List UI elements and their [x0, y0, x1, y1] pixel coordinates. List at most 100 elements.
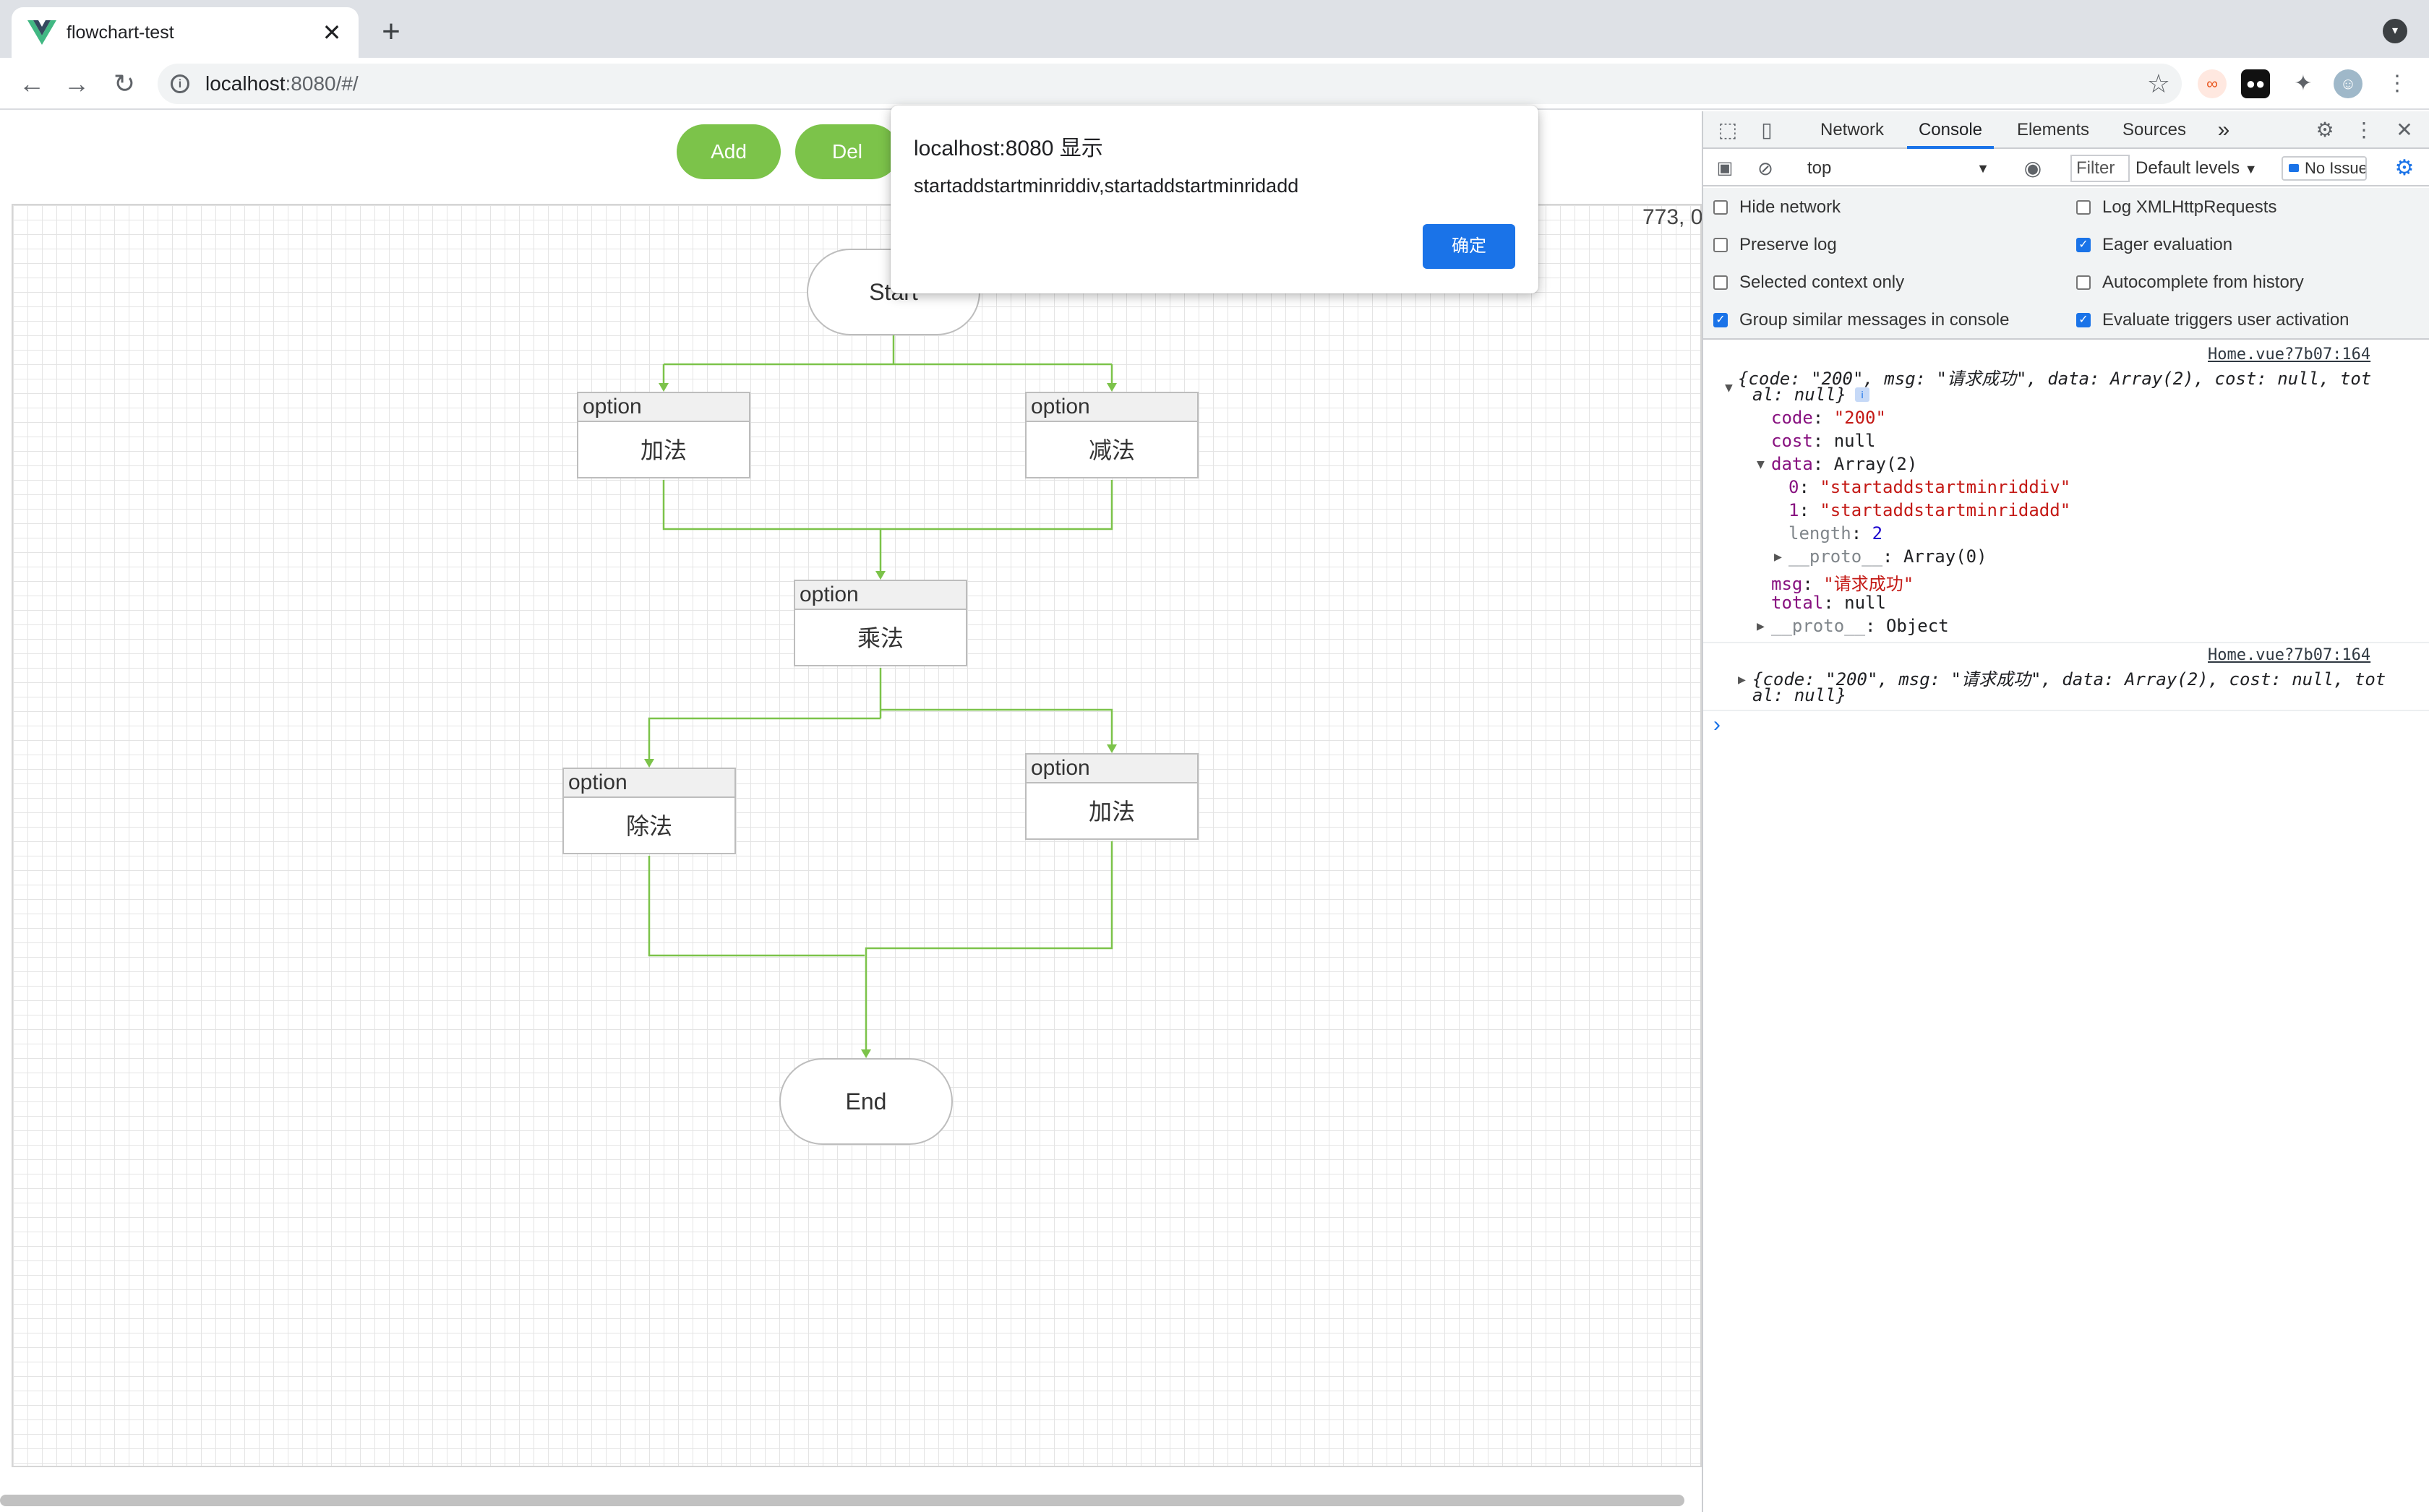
setting-label: Evaluate triggers user activation	[2102, 310, 2349, 330]
sidebar-toggle-icon[interactable]: ▣	[1712, 150, 1738, 186]
checkbox[interactable]	[1713, 238, 1728, 252]
expanded-arrow-icon[interactable]: ▼	[1757, 457, 1765, 472]
tab-sources[interactable]: Sources	[2111, 111, 2198, 149]
console-prompt-icon[interactable]: ›	[1713, 713, 1721, 737]
tab-network[interactable]: Network	[1807, 111, 1897, 149]
log-levels-dropdown[interactable]: Default levels ▼	[2133, 155, 2277, 182]
prop-data-0: 0: "startaddstartminriddiv"	[1788, 477, 2071, 497]
prop-msg: msg: "请求成功"	[1771, 574, 1914, 594]
live-expression-eye-icon[interactable]: ◉	[2017, 150, 2049, 186]
node-label: 除法	[625, 813, 672, 839]
setting-hide-network[interactable]: Hide network	[1713, 197, 1841, 218]
del-button[interactable]: Del	[795, 124, 899, 179]
horizontal-scrollbar[interactable]	[0, 1495, 1684, 1506]
add-button[interactable]: Add	[677, 124, 781, 179]
new-tab-button[interactable]: +	[373, 14, 409, 51]
tab-title: flowchart-test	[67, 22, 174, 43]
node-header: option	[564, 769, 734, 798]
log-levels-label: Default levels	[2135, 158, 2240, 178]
setting-autocomplete[interactable]: Autocomplete from history	[2076, 272, 2304, 293]
setting-preserve-log[interactable]: Preserve log	[1713, 234, 1837, 256]
checkbox[interactable]	[2076, 200, 2091, 215]
setting-eager-eval[interactable]: ✓ Eager evaluation	[2076, 234, 2232, 256]
console-filter-input[interactable]: Filter	[2070, 155, 2130, 182]
end-node[interactable]: End	[779, 1058, 953, 1145]
log-summary-line1: {code: "200", msg: "请求成功", data: Array(2…	[1752, 669, 2386, 690]
console-settings-icon[interactable]: ⚙	[2391, 150, 2417, 186]
alert-dialog: localhost:8080 显示 startaddstartminriddiv…	[891, 106, 1538, 293]
setting-group-similar[interactable]: ✓ Group similar messages in console	[1713, 309, 2010, 331]
forward-icon[interactable]: →	[59, 66, 94, 101]
dialog-ok-button[interactable]: 确定	[1423, 224, 1515, 269]
extensions-puzzle-icon[interactable]: ✦	[2289, 69, 2318, 98]
setting-eval-triggers[interactable]: ✓ Evaluate triggers user activation	[2076, 309, 2349, 331]
inspect-element-icon[interactable]: ⬚	[1713, 111, 1742, 149]
url-host: localhost	[205, 72, 286, 95]
log-source-link[interactable]: Home.vue?7b07:164	[2208, 345, 2370, 364]
prop-data-proto[interactable]: ▶ __proto__: Array(0)	[1774, 546, 1987, 567]
extension-infinity-icon[interactable]: ∞	[2198, 69, 2227, 98]
devtools-menu-icon[interactable]: ⋮	[2351, 111, 2377, 149]
info-badge-icon[interactable]: i	[1855, 387, 1869, 402]
setting-label: Hide network	[1739, 197, 1841, 217]
more-tabs-icon[interactable]: »	[2209, 111, 2238, 149]
tab-close-icon[interactable]: ✕	[321, 21, 343, 44]
log-source-link[interactable]: Home.vue?7b07:164	[2208, 646, 2370, 664]
checkbox[interactable]	[1713, 275, 1728, 290]
tab-console[interactable]: Console	[1907, 111, 1994, 149]
log-summary-line2: al: null}	[1752, 385, 1847, 405]
address-bar[interactable]: i localhost:8080/#/ ☆	[158, 64, 2182, 104]
setting-log-xhr[interactable]: Log XMLHttpRequests	[2076, 197, 2276, 218]
devtools-close-icon[interactable]: ✕	[2391, 111, 2417, 149]
context-selector[interactable]: top ▼	[1797, 155, 1997, 182]
node-label: 乘法	[857, 625, 904, 651]
checkbox-checked[interactable]: ✓	[2076, 238, 2091, 252]
setting-label: Eager evaluation	[2102, 235, 2233, 254]
checkbox-checked[interactable]: ✓	[1713, 313, 1728, 327]
tab-search-icon[interactable]: ▾	[2383, 19, 2407, 43]
checkbox-checked[interactable]: ✓	[2076, 313, 2091, 327]
node-divide[interactable]: option 除法	[562, 768, 736, 854]
coordinate-readout: 773, 0	[1642, 205, 1703, 229]
device-toolbar-icon[interactable]: ▯	[1752, 111, 1781, 149]
node-add-2[interactable]: option 加法	[1025, 753, 1199, 840]
log-entry-summary[interactable]: ▶ {code: "200", msg: "请求成功", data: Array(…	[1738, 665, 2386, 690]
node-label: 加法	[1088, 799, 1135, 825]
prop-object-proto[interactable]: ▶ __proto__: Object	[1757, 616, 1949, 636]
bookmark-star-icon[interactable]: ☆	[2147, 69, 2170, 99]
profile-avatar[interactable]: ☺	[2334, 69, 2362, 98]
prop-data[interactable]: ▼ data: Array(2)	[1757, 454, 1917, 474]
reload-icon[interactable]: ↻	[107, 66, 142, 101]
node-subtract[interactable]: option 减法	[1025, 392, 1199, 478]
setting-label: Preserve log	[1739, 235, 1837, 254]
tab-elements[interactable]: Elements	[2004, 111, 2102, 149]
node-add-1[interactable]: option 加法	[577, 392, 750, 478]
setting-selected-context[interactable]: Selected context only	[1713, 272, 1904, 293]
prop-cost: cost: null	[1771, 431, 1876, 451]
expanded-arrow-icon[interactable]: ▼	[1725, 380, 1733, 395]
node-label: 减法	[1088, 437, 1135, 463]
collapsed-arrow-icon[interactable]: ▶	[1738, 672, 1746, 687]
chrome-menu-icon[interactable]: ⋮	[2383, 69, 2412, 98]
devtools-settings-icon[interactable]: ⚙	[2310, 111, 2339, 149]
node-label: 加法	[640, 437, 687, 463]
clear-console-icon[interactable]: ⊘	[1752, 150, 1778, 186]
browser-tab[interactable]: flowchart-test ✕	[12, 7, 359, 58]
node-header: option	[1027, 393, 1197, 422]
collapsed-arrow-icon[interactable]: ▶	[1774, 549, 1782, 564]
vue-logo-icon	[27, 20, 56, 45]
collapsed-arrow-icon[interactable]: ▶	[1757, 619, 1765, 634]
node-header: option	[795, 581, 966, 610]
dropdown-arrow-icon: ▼	[2244, 162, 2258, 176]
extension-tampermonkey-icon[interactable]: ●●	[2241, 69, 2270, 98]
checkbox[interactable]	[1713, 200, 1728, 215]
back-icon[interactable]: ←	[14, 66, 49, 101]
checkbox[interactable]	[2076, 275, 2091, 290]
flowchart-canvas[interactable]	[12, 204, 1702, 1467]
node-multiply[interactable]: option 乘法	[794, 580, 967, 666]
issues-button[interactable]: No Issues	[2282, 156, 2367, 181]
site-info-icon[interactable]: i	[171, 74, 189, 93]
setting-label: Selected context only	[1739, 272, 1905, 292]
url-text: localhost:8080/#/	[205, 72, 359, 95]
dropdown-arrow-icon: ▼	[1976, 161, 1989, 176]
